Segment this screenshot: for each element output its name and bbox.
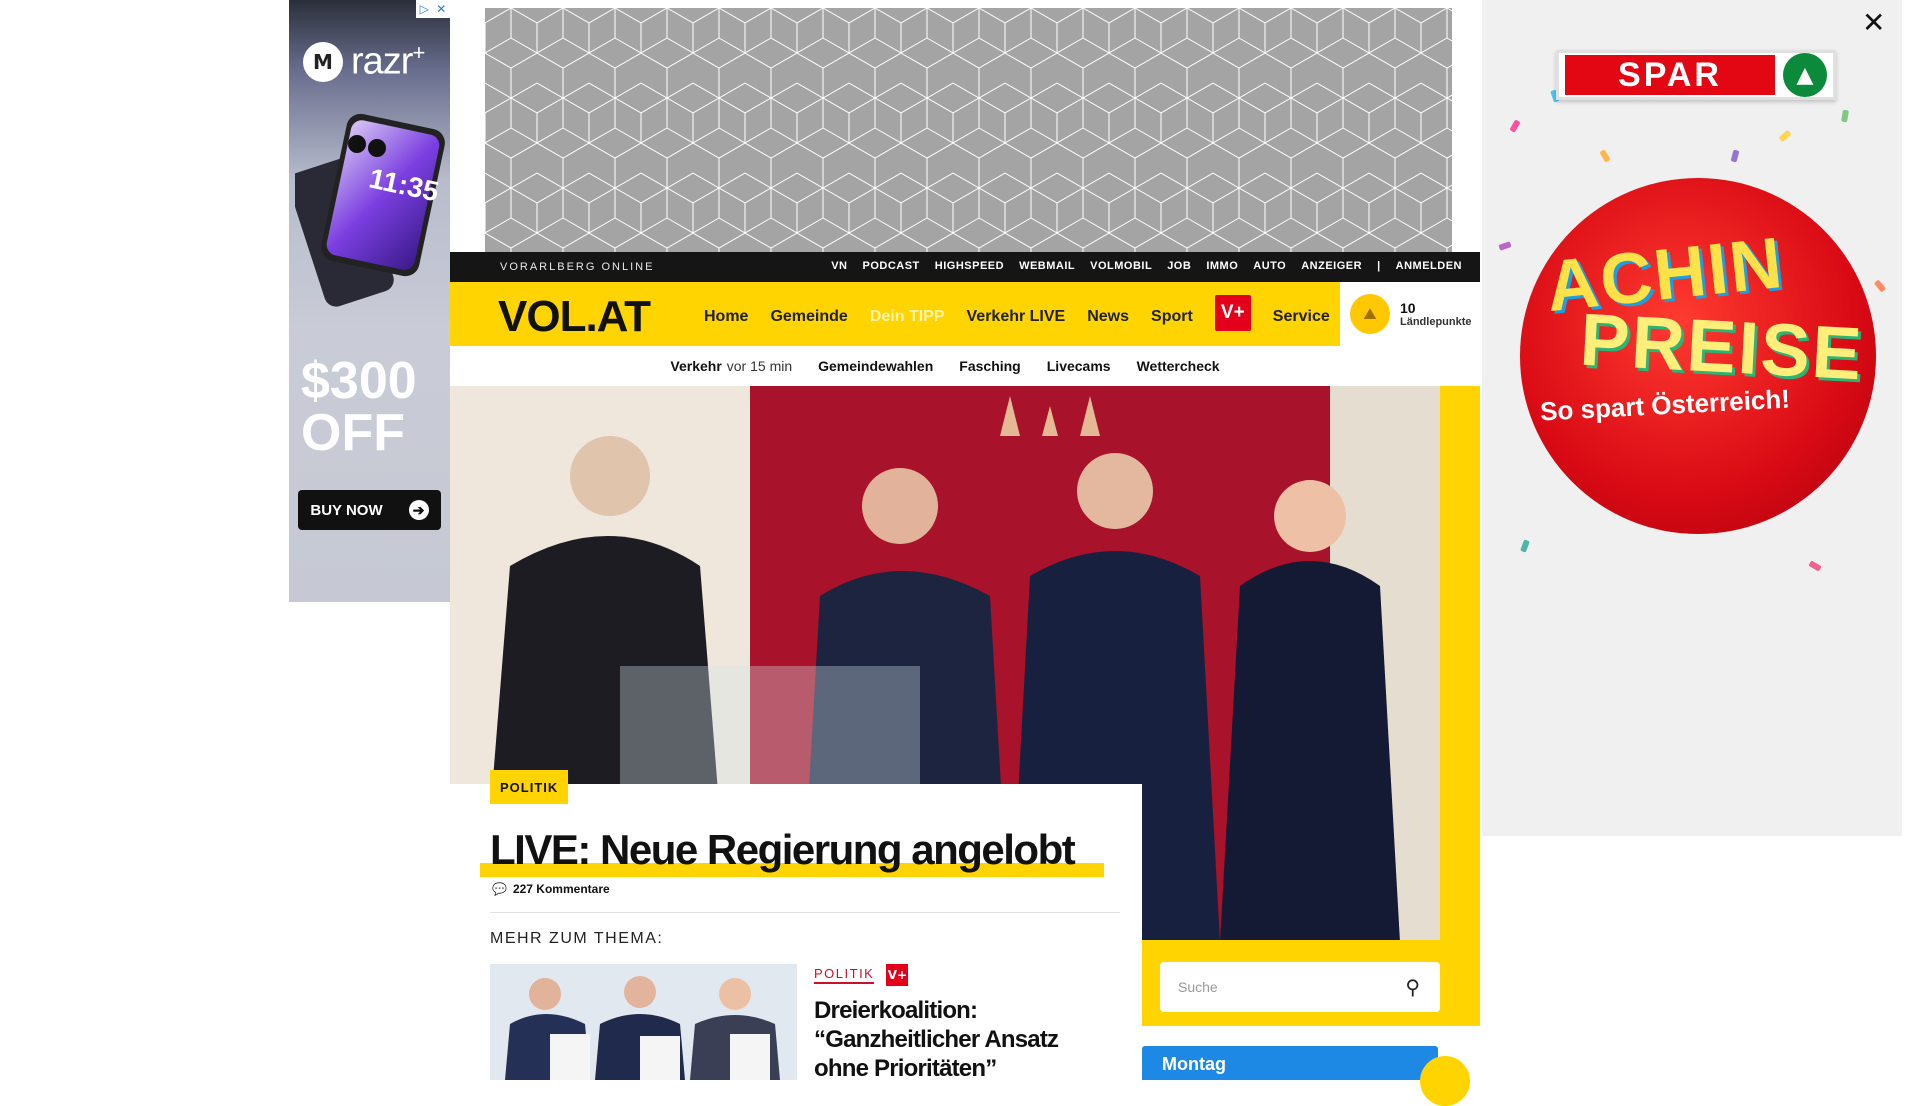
weather-day: Montag [1162,1054,1226,1074]
close-x-icon[interactable]: ✕ [436,2,446,16]
left-skyscraper-ad[interactable]: ▷ ✕ M razr+ 11:35 $300 OFF BUY NOW ➔ [289,0,450,602]
subnav-gemeindewahlen[interactable]: Gemeindewahlen [818,358,933,374]
utility-link-podcast[interactable]: PODCAST [863,260,920,272]
hero-yellow-sidebar [1440,386,1480,1026]
weather-widget[interactable]: Montag [1142,1046,1470,1106]
related-article-image[interactable] [490,964,797,1080]
top-utility-bar: VORARLBERG ONLINE VN PODCAST HIGHSPEED W… [450,252,1480,282]
utility-link-immo[interactable]: IMMO [1206,260,1238,272]
promo-line2: PREISE [1578,297,1866,396]
utility-link-volmobil[interactable]: VOLMOBIL [1090,260,1152,272]
sub-navigation: Verkehr vor 15 min Gemeindewahlen Faschin… [450,346,1480,386]
comments-link[interactable]: 💬 227 Kommentare [492,882,610,896]
nav-item-gemeinde[interactable]: Gemeinde [770,308,847,326]
main-navigation: VOL.AT Home Gemeinde Dein TIPP Verkehr L… [450,282,1480,346]
buy-now-label: BUY NOW [310,501,383,519]
nav-item-dein-tipp[interactable]: Dein TIPP [870,308,945,326]
more-on-topic-label: MEHR ZUM THEMA: [490,930,664,947]
ad-price-off: OFF [301,404,405,462]
subnav-wettercheck[interactable]: Wettercheck [1137,358,1220,374]
subnav-traffic-time: vor 15 min [726,358,793,374]
nav-item-home[interactable]: Home [704,308,748,326]
comments-count: 227 Kommentare [512,882,610,896]
ad-brand-name: razr [351,40,413,83]
utility-links: VN PODCAST HIGHSPEED WEBMAIL VOLMOBIL JO… [831,260,1462,272]
promo-disc: ACHIN PREISE So spart Österreich! [1520,178,1876,534]
utility-link-job[interactable]: JOB [1167,260,1191,272]
lead-article: POLITIK LIVE: Neue Regierung angelobt 💬 … [450,770,1142,1083]
nav-item-service[interactable]: Service [1273,308,1330,326]
right-skyscraper-ad[interactable]: ✕ SPAR ▲ ACHIN PREISE So spart Österreic… [1482,0,1902,836]
main-nav-items: Home Gemeinde Dein TIPP Verkehr LIVE New… [704,295,1330,331]
utility-link-highspeed[interactable]: HIGHSPEED [935,260,1004,272]
article-headline[interactable]: LIVE: Neue Regierung angelobt [490,826,1076,874]
site-tagline: VORARLBERG ONLINE [500,261,655,273]
close-ad-icon[interactable]: ✕ [1862,6,1885,39]
utility-link-anzeiger[interactable]: ANZEIGER [1301,260,1362,272]
nav-item-sport[interactable]: Sport [1151,308,1193,326]
search-icon[interactable]: ⚲ [1405,975,1420,999]
motorola-logo-icon: M [303,41,343,82]
subnav-livecams[interactable]: Livecams [1047,358,1111,374]
utility-link-webmail[interactable]: WEBMAIL [1019,260,1075,272]
buy-now-button[interactable]: BUY NOW ➔ [298,490,441,530]
ad-brand-logo: M razr+ [303,40,425,84]
nav-item-news[interactable]: News [1087,308,1129,326]
related-vplus-badge: V+ [886,964,909,986]
spar-logo: SPAR ▲ [1556,50,1836,100]
article-category[interactable]: POLITIK [490,770,569,804]
search-input[interactable]: Suche ⚲ [1160,962,1440,1012]
ad-brand-sup: + [412,40,425,65]
spar-wordmark: SPAR [1565,55,1775,95]
utility-link-auto[interactable]: AUTO [1253,260,1286,272]
points-label: Ländlepunkte [1400,316,1472,328]
subnav-traffic-label: Verkehr [670,358,722,374]
arrow-right-icon: ➔ [408,500,429,520]
adchoices-triangle-icon[interactable]: ▷ [420,2,429,16]
phone-image: 11:35 [295,113,445,307]
related-article-category[interactable]: POLITIK [814,966,875,984]
site-logo[interactable]: VOL.AT [498,292,651,342]
subnav-fasching[interactable]: Fasching [959,358,1020,374]
article-divider [490,912,1120,913]
mountain-coin-icon: ⛰ [1350,294,1390,334]
vplus-button[interactable]: V+ [1214,295,1251,331]
login-link[interactable]: ANMELDEN [1396,260,1462,272]
search-panel: Suche ⚲ [1142,940,1480,1026]
related-article-title[interactable]: Dreierkoalition: “Ganzheitlicher Ansatz … [814,996,1104,1083]
ad-price: $300 OFF [301,355,417,459]
ad-price-amount: $300 [301,352,417,410]
promo-slogan: So spart Österreich! [1539,383,1791,427]
cube-pattern [485,8,1452,252]
utility-separator: | [1377,260,1381,272]
spar-tree-icon: ▲ [1783,53,1827,97]
sun-icon [1420,1056,1470,1106]
utility-link-vn[interactable]: VN [831,260,847,272]
search-placeholder: Suche [1178,979,1218,995]
nav-item-verkehr-live[interactable]: Verkehr LIVE [967,308,1066,326]
adchoices-badge[interactable]: ▷ ✕ [416,0,450,18]
related-article-meta: POLITIK V+ [814,964,909,986]
comment-bubble-icon: 💬 [492,882,507,896]
subnav-traffic[interactable]: Verkehr vor 15 min [670,358,792,374]
points-value: 10 [1400,300,1416,316]
laendlepunkte-widget[interactable]: ⛰ 10 Ländlepunkte [1340,282,1480,346]
site-frame: VORARLBERG ONLINE VN PODCAST HIGHSPEED W… [450,252,1480,1106]
top-banner-ad[interactable] [485,8,1452,252]
